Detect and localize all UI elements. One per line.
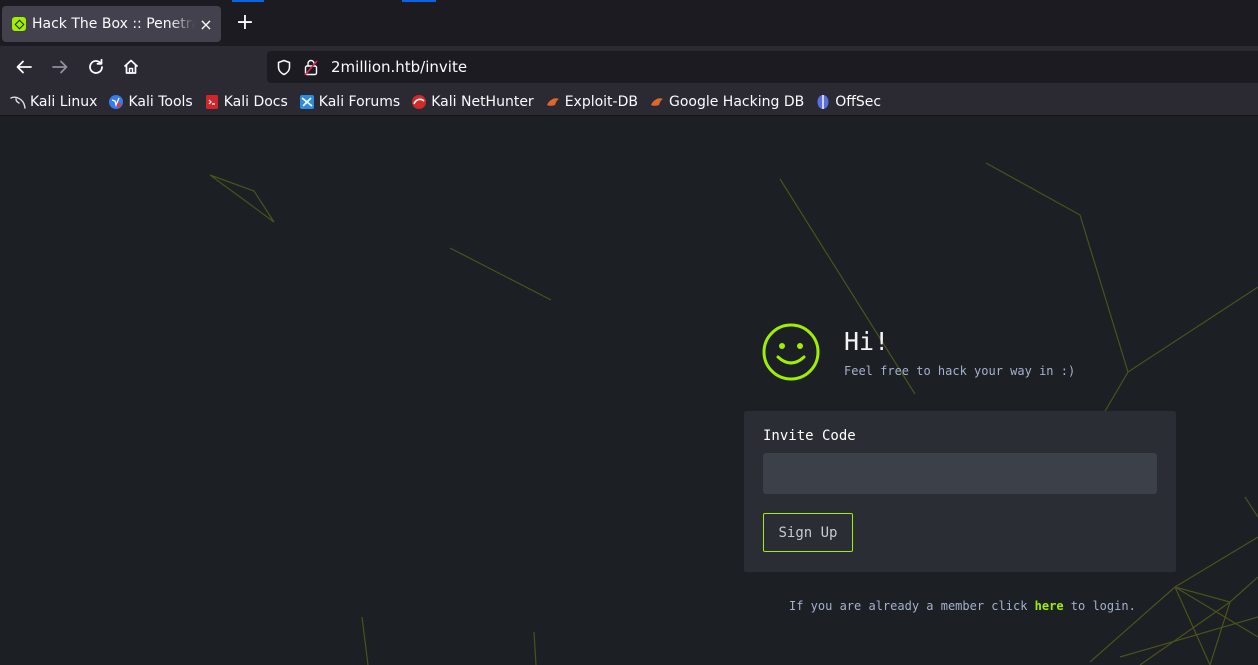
login-note-prefix: If you are already a member click <box>789 599 1035 613</box>
home-button[interactable] <box>118 54 144 80</box>
bookmark-exploit-db[interactable]: Exploit-DB <box>545 94 638 110</box>
kali-docs-icon <box>204 94 220 110</box>
background-network-lines <box>209 162 1258 665</box>
arrow-left-icon <box>16 60 32 74</box>
bookmark-google-hacking-db[interactable]: Google Hacking DB <box>649 94 804 110</box>
bookmark-label: Kali Forums <box>318 93 401 110</box>
bookmarks-toolbar: Kali Linux Kali Tools Kali Docs Kali For… <box>0 88 1258 116</box>
bookmark-kali-nethunter[interactable]: Kali NetHunter <box>411 93 534 110</box>
tab-strip: Hack The Box :: Penetration Testing Labs… <box>0 0 1258 46</box>
greeting-block: Hi! Feel free to hack your way in :) <box>762 323 1075 381</box>
ghdb-icon <box>649 94 665 110</box>
new-tab-button[interactable]: + <box>232 11 258 37</box>
bookmark-label: OffSec <box>835 93 882 110</box>
navigation-toolbar: 2million.htb/invite <box>0 46 1258 88</box>
page-content: Hi! Feel free to hack your way in :) Inv… <box>0 117 1258 665</box>
arrow-right-icon <box>52 60 68 74</box>
address-bar[interactable]: 2million.htb/invite <box>267 51 1258 83</box>
login-note-suffix: to login. <box>1063 599 1136 613</box>
bookmark-label: Kali Linux <box>30 93 98 110</box>
bookmark-kali-linux[interactable]: Kali Linux <box>10 94 97 110</box>
home-icon <box>123 59 139 74</box>
bookmark-kali-forums[interactable]: Kali Forums <box>299 94 400 110</box>
smiley-face-icon <box>762 323 820 381</box>
bookmark-label: Kali Docs <box>223 93 288 110</box>
tab-title: Hack The Box :: Penetration Testing Labs <box>32 16 195 32</box>
login-link[interactable]: here <box>1035 599 1064 613</box>
bookmark-label: Kali Tools <box>128 93 193 110</box>
exploit-db-icon <box>545 94 561 110</box>
back-button[interactable] <box>11 54 37 80</box>
htb-favicon-icon <box>12 17 26 31</box>
greeting-heading: Hi! <box>844 327 890 356</box>
close-tab-icon[interactable]: × <box>199 15 213 34</box>
sign-up-button[interactable]: Sign Up <box>763 513 853 552</box>
kali-forums-icon <box>299 94 315 110</box>
kali-tools-icon <box>108 94 124 110</box>
kali-dragon-icon <box>10 94 26 110</box>
bookmark-label: Kali NetHunter <box>431 93 534 110</box>
bookmark-label: Exploit-DB <box>564 93 638 110</box>
insecure-lock-icon[interactable] <box>303 59 319 76</box>
bookmark-label: Google Hacking DB <box>668 93 805 110</box>
bookmark-kali-tools[interactable]: Kali Tools <box>108 93 193 110</box>
url-text[interactable]: 2million.htb/invite <box>331 58 467 76</box>
invite-code-label: Invite Code <box>763 428 856 444</box>
invite-code-input[interactable] <box>763 453 1157 494</box>
nethunter-icon <box>411 94 427 110</box>
tab-indicator <box>232 0 264 2</box>
reload-icon <box>89 58 103 74</box>
invite-form-card: Invite Code Sign Up <box>744 411 1176 572</box>
bookmark-kali-docs[interactable]: Kali Docs <box>204 94 288 110</box>
bookmark-offsec[interactable]: OffSec <box>815 94 881 110</box>
browser-tab-active[interactable]: Hack The Box :: Penetration Testing Labs… <box>2 6 221 42</box>
tab-indicator <box>402 0 436 2</box>
tracking-shield-icon[interactable] <box>275 59 293 76</box>
forward-button[interactable] <box>47 54 73 80</box>
offsec-icon <box>815 94 831 110</box>
greeting-tagline: Feel free to hack your way in :) <box>844 364 1076 378</box>
login-note: If you are already a member click here t… <box>789 599 1136 613</box>
reload-button[interactable] <box>83 54 109 80</box>
